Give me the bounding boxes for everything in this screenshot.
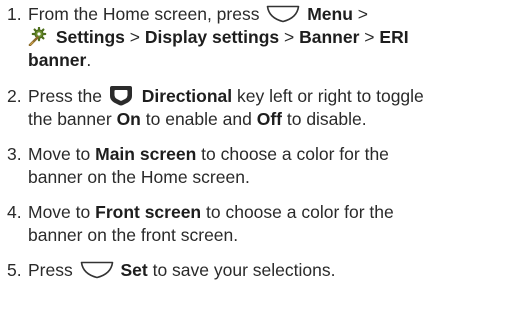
directional-key-icon	[109, 85, 133, 106]
eri-label-continued: banner	[28, 50, 87, 70]
step-number: 5.	[7, 260, 22, 280]
step-text: From the Home screen, press Menu > Setti…	[28, 3, 502, 72]
directional-label: Directional	[141, 86, 233, 106]
eri-label: ERI	[379, 27, 409, 47]
separator: >	[364, 27, 375, 47]
step-2-line2-lead: the banner	[28, 109, 112, 129]
step-text: Press Set to save your selections.	[28, 259, 502, 282]
menu-key-icon	[266, 5, 300, 23]
step-2-mid-text: key left or right to toggle	[237, 86, 424, 106]
step-3-line2: banner on the Home screen.	[28, 167, 250, 187]
step-text: Press the Directional key left or right …	[28, 85, 502, 131]
step-number: 3.	[7, 144, 22, 164]
main-screen-label: Main screen	[95, 144, 197, 164]
list-item: 4. Move to Front screen to choose a colo…	[7, 201, 502, 247]
step-1-lead-text: From the Home screen, press	[28, 4, 260, 24]
on-label: On	[116, 109, 141, 129]
banner-label: Banner	[299, 27, 360, 47]
step-5-tail-text: to save your selections.	[152, 260, 336, 280]
menu-label: Menu	[307, 4, 353, 24]
step-2-lead-text: Press the	[28, 86, 102, 106]
set-label: Set	[120, 260, 148, 280]
period: .	[86, 50, 92, 70]
set-key-icon	[80, 261, 114, 279]
step-text: Move to Front screen to choose a color f…	[28, 201, 502, 247]
off-label: Off	[256, 109, 282, 129]
step-number: 4.	[7, 202, 22, 222]
step-number: 2.	[7, 86, 22, 106]
separator: >	[284, 27, 295, 47]
step-number: 1.	[7, 4, 22, 24]
separator: >	[357, 4, 369, 24]
list-item: 3. Move to Main screen to choose a color…	[7, 143, 502, 189]
front-screen-label: Front screen	[95, 202, 202, 222]
step-4-line2: banner on the front screen.	[28, 225, 239, 245]
instruction-list: 1. From the Home screen, press Menu > Se…	[7, 0, 502, 282]
step-4-lead-text: Move to	[28, 202, 91, 222]
list-item: 5. Press Set to save your selections.	[7, 259, 502, 282]
display-settings-label: Display settings	[144, 27, 280, 47]
list-item: 1. From the Home screen, press Menu > Se…	[7, 3, 502, 72]
step-text: Move to Main screen to choose a color fo…	[28, 143, 502, 189]
list-item: 2. Press the Directional key left or rig…	[7, 85, 502, 131]
step-2-line2-end: to disable.	[286, 109, 367, 129]
step-4-tail-text: to choose a color for the	[206, 202, 394, 222]
step-5-lead-text: Press	[28, 260, 73, 280]
settings-gear-icon	[28, 26, 48, 47]
step-3-tail-text: to choose a color for the	[201, 144, 389, 164]
step-2-line2-mid: to enable and	[145, 109, 252, 129]
separator: >	[129, 27, 141, 47]
settings-label: Settings	[55, 27, 125, 47]
step-3-lead-text: Move to	[28, 144, 91, 164]
